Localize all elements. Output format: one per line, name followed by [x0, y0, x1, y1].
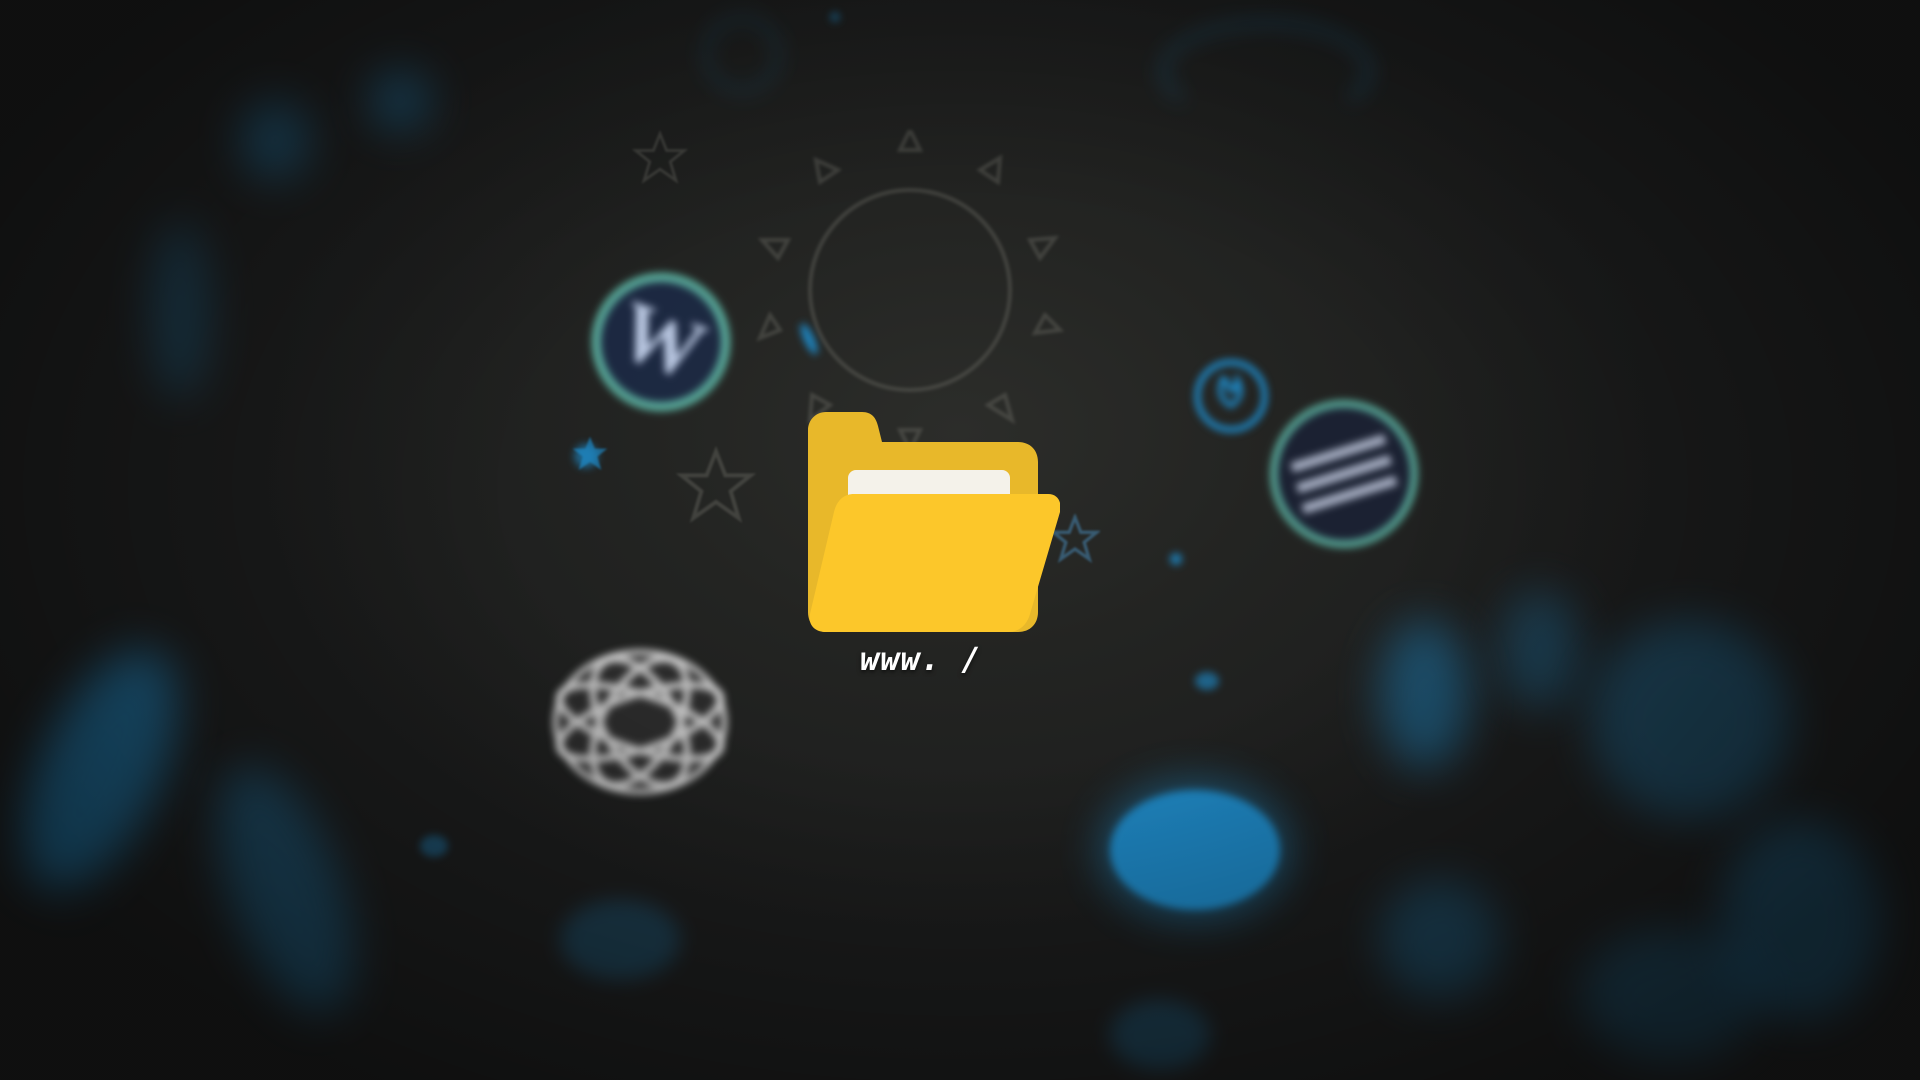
- bokeh-blob: [1110, 1000, 1210, 1070]
- bokeh-blob: [1160, 20, 1372, 122]
- bokeh-blob: [370, 70, 430, 130]
- desktop-background: W www. /: [0, 0, 1920, 1080]
- bokeh-blob: [1170, 553, 1182, 565]
- bokeh-blob: [1195, 672, 1219, 690]
- wireframe-globe-icon: [552, 649, 728, 795]
- bokeh-blob: [240, 100, 310, 180]
- bokeh-blob: [1110, 790, 1280, 910]
- flame-emblem-icon: [704, 16, 780, 92]
- folder-open-icon[interactable]: [808, 412, 1060, 632]
- bokeh-blob: [150, 220, 210, 400]
- bokeh-blob: [1380, 880, 1500, 1000]
- bokeh-blob: [1380, 620, 1470, 770]
- url-text: www. /: [860, 640, 982, 678]
- star-doodle-icon: [632, 130, 688, 184]
- bokeh-blob: [560, 900, 680, 980]
- bokeh-blob: [1580, 930, 1760, 1060]
- bokeh-blob: [0, 626, 210, 914]
- star-doodle-icon: [676, 446, 756, 523]
- sun-doodle-icon: [756, 130, 1065, 450]
- star-doodle-icon: [572, 436, 608, 470]
- bokeh-blob: [830, 12, 840, 22]
- bokeh-blob: [188, 749, 382, 1031]
- flame-emblem-icon: [1194, 359, 1268, 433]
- wordpress-logo-icon: W: [591, 272, 731, 412]
- bokeh-blob: [1500, 590, 1580, 710]
- bokeh-blob: [420, 835, 448, 857]
- bokeh-blob: [1590, 620, 1790, 820]
